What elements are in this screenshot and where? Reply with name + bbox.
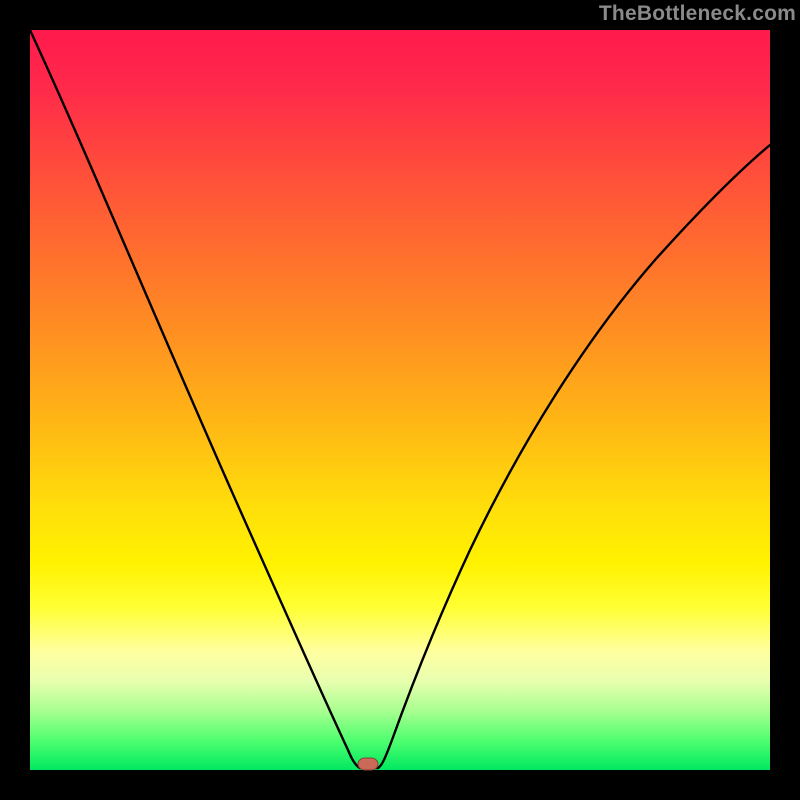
watermark-text: TheBottleneck.com [599, 2, 796, 26]
bottleneck-curve [30, 30, 770, 768]
chart-frame: TheBottleneck.com [0, 0, 800, 800]
min-point-marker [358, 758, 378, 770]
plot-svg [30, 30, 770, 770]
plot-area [30, 30, 770, 770]
